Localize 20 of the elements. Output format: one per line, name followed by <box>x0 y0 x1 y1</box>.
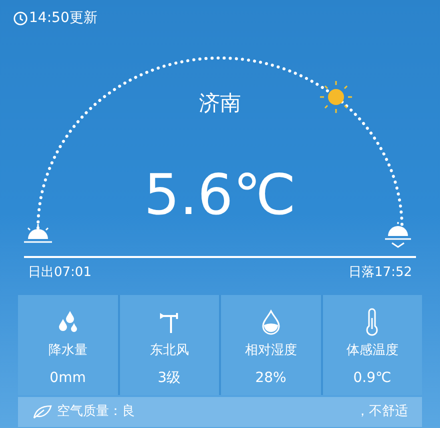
water-drops-icon <box>56 310 79 334</box>
stat-label: 降水量 <box>48 342 88 360</box>
sunrise-time: 日出07:01 <box>28 264 92 282</box>
stat-value: 0mm <box>50 369 86 388</box>
stat-value: 28% <box>255 369 286 388</box>
stat-label: 东北风 <box>150 342 189 360</box>
water-drop-icon <box>260 308 281 334</box>
stat-value: 0.9℃ <box>353 369 392 388</box>
stat-label: 体感温度 <box>346 342 398 360</box>
comfort-text: ，不舒适 <box>356 402 408 421</box>
stat-value: 3级 <box>158 369 181 388</box>
update-time: 14:50更新 <box>29 9 98 28</box>
thermometer-icon <box>365 308 380 336</box>
leaf-icon <box>32 404 52 420</box>
air-quality: 空气质量：良 <box>57 402 135 421</box>
clock-icon <box>13 11 28 26</box>
stat-label: 相对湿度 <box>244 342 297 360</box>
sunset-time: 日落17:52 <box>348 264 412 282</box>
temperature: 5.6℃ <box>144 168 296 224</box>
city-name: 济南 <box>199 93 241 114</box>
